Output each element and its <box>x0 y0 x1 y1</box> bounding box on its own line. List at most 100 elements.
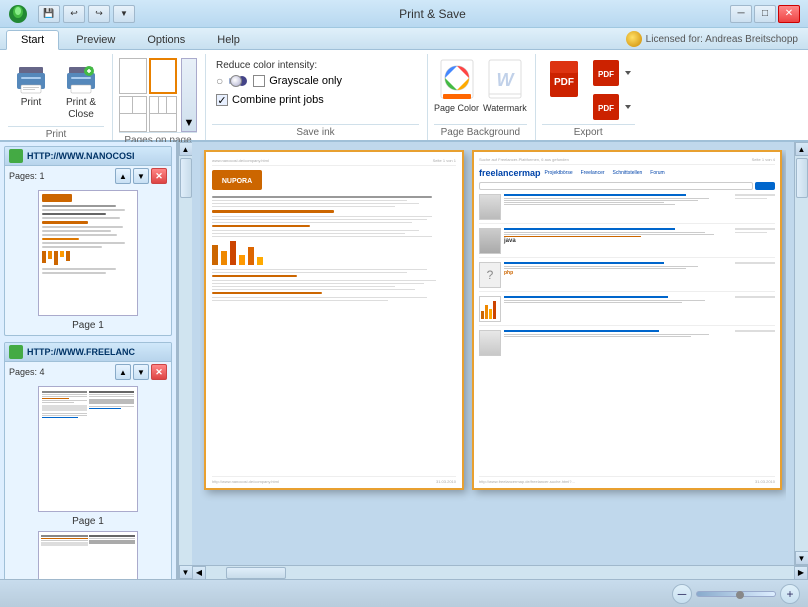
url-text-1: HTTP://WWW.NANOCOSI <box>27 151 167 161</box>
pages-on-page-group: ▼ Pages on page <box>115 54 206 140</box>
fr1-l3 <box>504 202 664 203</box>
export-pdf-small-btn-1[interactable]: PDF <box>590 58 635 88</box>
preview-scroll-down[interactable]: ▼ <box>795 551 808 565</box>
fm-nav-3: Schnittstellen <box>613 170 643 176</box>
line-16 <box>212 289 415 290</box>
person-placeholder: ? <box>479 262 501 288</box>
page-color-icon <box>439 58 475 102</box>
nav-up-btn-1[interactable]: ▲ <box>115 168 131 184</box>
bar-5 <box>66 251 70 261</box>
close-btn[interactable]: ✕ <box>778 5 800 23</box>
page-label-2: Page 1 <box>5 516 171 527</box>
nav-down-btn-1[interactable]: ▼ <box>133 168 149 184</box>
tab-start[interactable]: Start <box>6 30 59 50</box>
main-content: HTTP://WWW.NANOCOSI Pages: 1 ▲ ▼ ✕ <box>0 142 808 579</box>
thumb-logo <box>42 194 72 202</box>
print-button[interactable]: Print <box>8 58 54 114</box>
redo-qa-btn[interactable]: ↪ <box>88 5 110 23</box>
preview-scroll-thumb[interactable] <box>796 158 808 198</box>
nav-up-btn-2[interactable]: ▲ <box>115 364 131 380</box>
svg-text:W: W <box>496 70 515 90</box>
save-ink-label: Save ink <box>212 124 419 140</box>
page-footer-left: http://www.nanocosi.de/company.html 31.0… <box>212 476 456 484</box>
nav-down-btn-2[interactable]: ▼ <box>133 364 149 380</box>
export-group: PDF PDF PDF <box>538 54 643 140</box>
page-bg-label: Page Background <box>434 124 527 140</box>
tab-help[interactable]: Help <box>202 30 255 49</box>
thumb-bars <box>42 251 134 265</box>
fm-search-input <box>479 182 753 190</box>
title-bar-left: 💾 ↩ ↪ ▼ <box>8 4 135 24</box>
page-color-button[interactable]: Page Color <box>434 58 479 113</box>
ci-bar4 <box>493 301 496 319</box>
chart-bar-5 <box>248 247 254 265</box>
preview-scroll-area: www.nanocosi.de/company.html Seite 1 von… <box>200 150 786 557</box>
footer-url-left: http://www.nanocosi.de/company.html <box>212 479 279 484</box>
fr2-meta <box>735 228 775 254</box>
qa-dropdown-btn[interactable]: ▼ <box>113 5 135 23</box>
fm-nav-1: Projektbörse <box>545 170 573 176</box>
grayscale-row: Grayscale only <box>253 75 342 87</box>
fm-result-5-text <box>504 330 732 356</box>
color-intensity-slider[interactable] <box>229 78 231 84</box>
left-panel-container: HTTP://WWW.NANOCOSI Pages: 1 ▲ ▼ ✕ <box>0 142 192 579</box>
footer-date-right: 31.03.2010 <box>755 479 775 484</box>
maximize-btn[interactable]: □ <box>754 5 776 23</box>
minimize-btn[interactable]: ─ <box>730 5 752 23</box>
export-pdf-big-button[interactable]: PDF <box>542 58 586 98</box>
t2b-img <box>41 542 88 546</box>
preview-page-left: www.nanocosi.de/company.html Seite 1 von… <box>204 150 464 490</box>
tab-options[interactable]: Options <box>132 30 200 49</box>
scroll-thumb[interactable] <box>180 158 192 198</box>
favicon-1 <box>9 149 23 163</box>
left-panel-scrollbar[interactable]: ▲ ▼ <box>178 142 192 579</box>
svg-text:NUPORA: NUPORA <box>222 178 252 185</box>
fr2-price <box>735 228 775 230</box>
chart-bar-6 <box>257 257 263 265</box>
watermark-button[interactable]: W Watermark <box>483 58 527 113</box>
undo-qa-btn[interactable]: ↩ <box>63 5 85 23</box>
line-17 <box>212 297 427 298</box>
watermark-label: Watermark <box>483 103 527 113</box>
print-close-button[interactable]: Print & Close <box>58 58 104 126</box>
h-scroll-track <box>206 566 794 579</box>
t-line-r1 <box>89 391 134 393</box>
grayscale-checkbox[interactable] <box>253 75 265 87</box>
thumb-content-1 <box>39 191 137 315</box>
url-controls-2: Pages: 4 ▲ ▼ ✕ <box>5 362 171 382</box>
t2b-content <box>39 532 137 549</box>
page-color-label: Page Color <box>434 103 479 113</box>
scroll-down-btn[interactable]: ▼ <box>179 565 193 579</box>
line-6 <box>212 219 427 220</box>
zoom-slider[interactable] <box>696 591 776 597</box>
zoom-out-btn[interactable]: ─ <box>672 584 692 604</box>
pages-dropdown-btn[interactable]: ▼ <box>181 58 197 132</box>
page-option-4[interactable] <box>149 96 177 132</box>
tab-preview[interactable]: Preview <box>61 30 130 49</box>
line-14 <box>212 283 424 284</box>
combine-row: ✓ Combine print jobs <box>216 94 342 106</box>
svg-text:PDF: PDF <box>598 104 614 113</box>
h-scroll-thumb[interactable] <box>226 567 286 579</box>
preview-scroll-left[interactable]: ◀ <box>192 566 206 580</box>
fr2-keyword <box>504 236 641 237</box>
preview-scrollbar-v[interactable]: ▲ ▼ <box>794 142 808 565</box>
delete-btn-1[interactable]: ✕ <box>151 168 167 184</box>
delete-btn-2[interactable]: ✕ <box>151 364 167 380</box>
page-option-selected[interactable] <box>149 58 177 94</box>
fm-result-2-text: java <box>504 228 732 254</box>
export-pdf-small-btn-2[interactable]: PDF <box>590 92 635 122</box>
preview-scroll-right[interactable]: ▶ <box>794 566 808 580</box>
save-qa-btn[interactable]: 💾 <box>38 5 60 23</box>
page-option-1[interactable] <box>119 58 147 94</box>
combine-checkbox[interactable]: ✓ <box>216 94 228 106</box>
page-option-3[interactable] <box>119 96 147 132</box>
preview-scrollbar-h[interactable]: ◀ ▶ <box>192 565 808 579</box>
preview-scroll-up[interactable]: ▲ <box>795 142 808 156</box>
scroll-up-btn[interactable]: ▲ <box>179 142 193 156</box>
zoom-in-btn[interactable]: + <box>780 584 800 604</box>
page-logo: NUPORA <box>212 170 262 190</box>
t2b-l3 <box>41 540 88 541</box>
licensed-text: Licensed for: Andreas Breitschopp <box>646 34 798 45</box>
favicon-2 <box>9 345 23 359</box>
